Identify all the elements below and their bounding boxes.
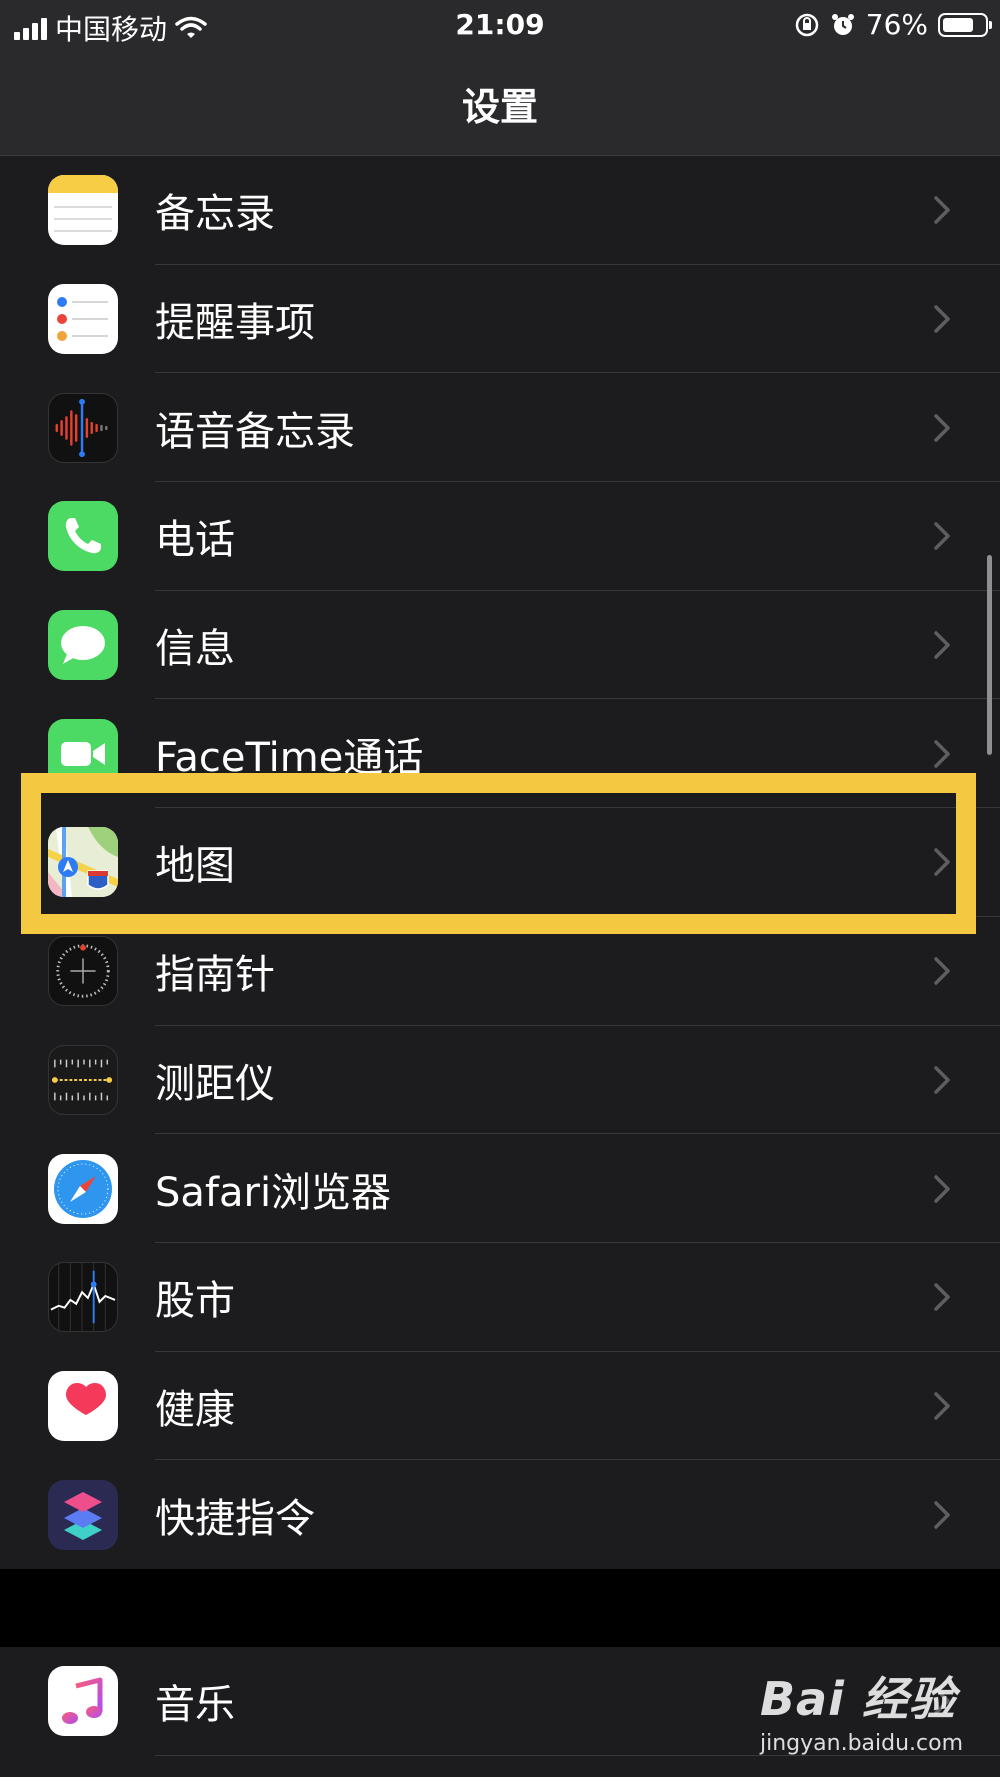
reminders-icon <box>48 284 118 355</box>
settings-row-label: 电话 <box>155 517 235 564</box>
chevron-right-icon <box>934 740 950 768</box>
chevron-right-icon <box>934 1174 950 1203</box>
chevron-right-icon <box>934 522 950 551</box>
settings-row-label: 语音备忘录 <box>155 408 355 455</box>
notes-icon <box>48 175 118 246</box>
settings-row-label: Safari浏览器 <box>155 1169 392 1216</box>
settings-row-label: 指南针 <box>155 952 275 999</box>
alarm-icon <box>831 13 854 35</box>
chevron-right-icon <box>934 631 950 659</box>
settings-row-label: 提醒事项 <box>155 300 315 347</box>
chevron-right-icon <box>934 957 950 985</box>
page-title: 设置 <box>461 85 538 129</box>
safari-icon <box>48 1153 118 1224</box>
watermark-url: jingyan.baidu.com <box>760 1731 964 1756</box>
settings-row-label: 健康 <box>155 1386 235 1433</box>
settings-row-voice-memos[interactable]: 语音备忘录 <box>0 373 1000 483</box>
watermark-logo: Bai 经验 <box>760 1672 956 1726</box>
shortcuts-icon <box>48 1479 118 1550</box>
chevron-right-icon <box>934 305 950 333</box>
settings-row-shortcuts[interactable]: 快捷指令 <box>0 1460 1000 1569</box>
settings-row-safari[interactable]: Safari浏览器 <box>0 1134 1000 1243</box>
messages-icon <box>48 610 118 681</box>
settings-row-phone[interactable]: 电话 <box>0 482 1000 591</box>
voice-memos-icon <box>48 392 118 463</box>
settings-row-reminders[interactable]: 提醒事项 <box>0 265 1000 374</box>
scroll-indicator <box>987 555 992 755</box>
settings-row-messages[interactable]: 信息 <box>0 591 1000 700</box>
settings-row-label: 股市 <box>155 1278 235 1325</box>
health-icon <box>48 1370 118 1441</box>
highlight-box <box>21 773 976 934</box>
watermark: Bai 经验 jingyan.baidu.com <box>760 1663 963 1756</box>
settings-row-health[interactable]: 健康 <box>0 1352 1000 1461</box>
battery-icon <box>938 12 992 37</box>
settings-row-measure[interactable]: 测距仪 <box>0 1026 1000 1135</box>
phone-icon <box>48 501 118 572</box>
chevron-right-icon <box>934 1066 950 1094</box>
music-icon <box>48 1666 118 1737</box>
settings-row-label: 快捷指令 <box>155 1495 315 1542</box>
settings-row-stocks[interactable]: 股市 <box>0 1243 1000 1352</box>
status-bar: 中国移动 21:09 76% <box>0 0 1000 52</box>
navigation-bar: 设置 <box>0 52 1000 156</box>
settings-row-label: 测距仪 <box>155 1060 275 1107</box>
chevron-right-icon <box>934 1283 950 1311</box>
settings-row-label: 备忘录 <box>155 191 275 238</box>
settings-row-label: 信息 <box>155 626 235 673</box>
stocks-icon <box>48 1262 118 1333</box>
settings-row-label: 音乐 <box>155 1682 235 1729</box>
battery-percent: 76% <box>865 8 928 41</box>
orientation-lock-icon <box>795 13 819 36</box>
chevron-right-icon <box>934 1392 950 1420</box>
chevron-right-icon <box>934 196 950 225</box>
measure-icon <box>48 1044 118 1115</box>
chevron-right-icon <box>934 413 950 442</box>
settings-row-notes[interactable]: 备忘录 <box>0 156 1000 265</box>
compass-icon <box>48 936 118 1007</box>
chevron-right-icon <box>934 1500 950 1529</box>
